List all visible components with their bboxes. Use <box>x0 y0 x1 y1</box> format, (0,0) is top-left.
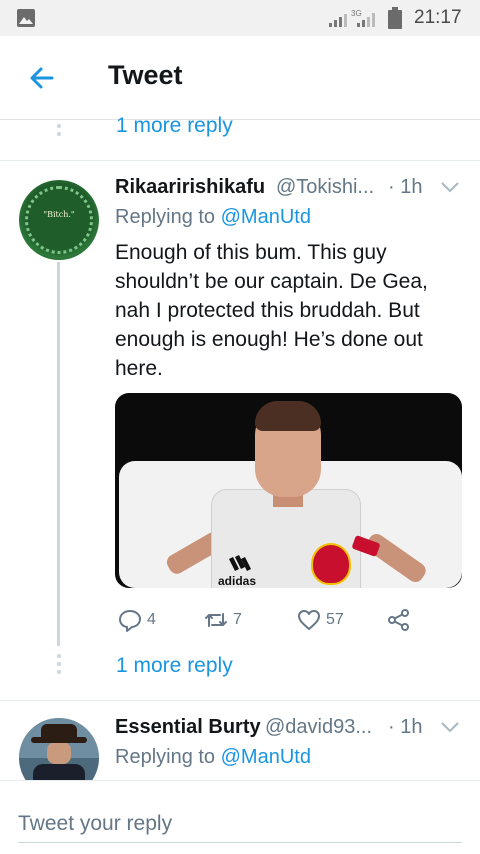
mention-link[interactable]: @ManUtd <box>221 746 311 768</box>
thread-line <box>57 262 60 646</box>
network-type-label: 3G <box>351 9 362 18</box>
adidas-logo-icon: adidas <box>218 555 256 588</box>
avatar[interactable]: "Bitch." <box>19 180 99 260</box>
reply-composer-bar <box>0 780 480 854</box>
share-icon <box>388 609 409 631</box>
mention-link[interactable]: @ManUtd <box>221 206 311 228</box>
tweet-time: · 1h <box>388 716 423 738</box>
header-bar: Tweet <box>0 36 480 120</box>
divider <box>0 160 480 161</box>
share-action[interactable] <box>386 606 416 634</box>
status-bar: 3G 21:17 <box>0 0 480 36</box>
user-handle[interactable]: @Tokishi... <box>276 176 374 199</box>
display-name[interactable]: Essential Burty <box>115 716 261 739</box>
thread-connector-dots <box>57 124 61 140</box>
like-count: 57 <box>326 611 344 628</box>
reply-count: 4 <box>147 611 156 628</box>
tweet-time: · 1h <box>388 176 423 198</box>
tweet-text: Enough of this bum. This guy shouldn’t b… <box>115 241 428 380</box>
retweet-icon <box>205 613 227 627</box>
signal-strength-icon: 3G <box>329 9 375 27</box>
divider <box>0 700 480 701</box>
display-name[interactable]: Rikaaririshikafu <box>115 176 265 199</box>
replying-to: Replying to @ManUtd <box>115 746 311 769</box>
chevron-down-icon[interactable] <box>440 720 460 734</box>
avatar-face <box>47 742 71 764</box>
page-title: Tweet <box>108 60 183 90</box>
replying-prefix: Replying to <box>115 746 221 768</box>
chevron-down-icon[interactable] <box>440 180 460 194</box>
reply-input[interactable] <box>18 805 462 843</box>
clock: 21:17 <box>414 7 462 28</box>
retweet-action[interactable]: 7 <box>203 606 242 634</box>
reply-icon <box>119 610 141 632</box>
more-reply-link-top[interactable]: 1 more reply <box>116 114 233 138</box>
image-notification-icon <box>17 9 35 27</box>
retweet-count: 7 <box>233 611 242 628</box>
thread-connector-dots <box>57 654 61 678</box>
tweet-actions: 4 7 57 <box>0 606 480 634</box>
tweet-media-image[interactable]: adidas <box>115 393 462 588</box>
user-handle[interactable]: @david93... <box>265 716 372 739</box>
battery-icon <box>388 7 402 29</box>
heart-icon <box>298 610 320 630</box>
avatar-ring <box>25 186 93 254</box>
more-reply-link[interactable]: 1 more reply <box>116 654 233 678</box>
replying-to: Replying to @ManUtd <box>115 206 311 229</box>
media-hair <box>255 401 321 431</box>
club-crest-icon <box>311 543 351 585</box>
like-action[interactable]: 57 <box>296 606 344 634</box>
avatar-text: "Bitch." <box>43 210 75 219</box>
reply-action[interactable]: 4 <box>117 606 156 634</box>
avatar-hat <box>41 724 77 740</box>
back-arrow-icon[interactable] <box>28 64 56 92</box>
replying-prefix: Replying to <box>115 206 221 228</box>
media-brand-text: adidas <box>218 574 256 588</box>
